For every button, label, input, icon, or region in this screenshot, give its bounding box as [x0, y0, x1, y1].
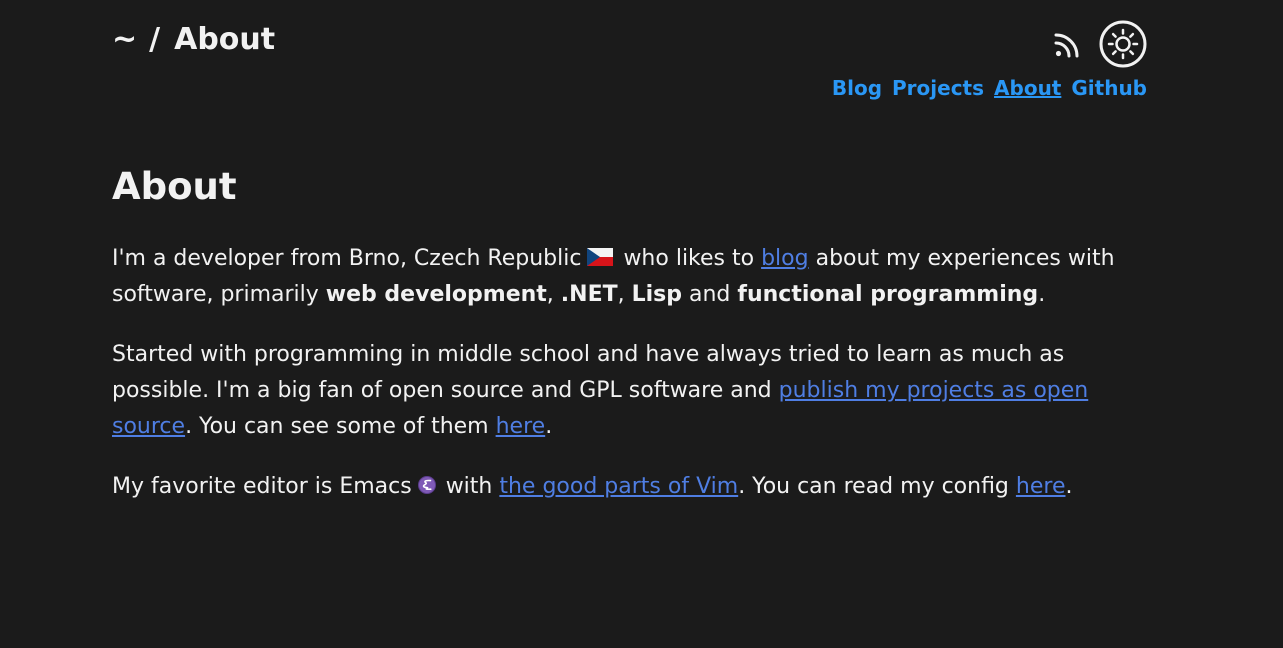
text: and: [682, 282, 738, 307]
rss-icon[interactable]: [1053, 29, 1083, 59]
text: . You can read my config: [738, 474, 1016, 499]
nav-link-projects[interactable]: Projects: [892, 76, 984, 100]
sun-icon[interactable]: [1099, 20, 1147, 68]
text: . You can see some of them: [185, 414, 496, 439]
breadcrumb-separator: /: [149, 22, 161, 57]
editor-paragraph: My favorite editor is Emacs with the goo…: [112, 469, 1122, 505]
intro-paragraph: I'm a developer from Brno, Czech Republi…: [112, 241, 1122, 313]
text: who likes to: [623, 246, 762, 271]
bold-text: Lisp: [631, 282, 683, 307]
nav-link-github[interactable]: Github: [1071, 76, 1147, 100]
page-title: About: [112, 165, 237, 208]
text: .: [1038, 282, 1046, 307]
header-icons: [1053, 20, 1147, 68]
home-link[interactable]: ~: [112, 22, 137, 57]
text: .: [1065, 474, 1073, 499]
czech-flag-icon: [587, 248, 614, 266]
text: .: [545, 414, 553, 439]
bold-text: web development: [325, 282, 547, 307]
text: My favorite editor is Emacs: [112, 474, 412, 499]
main-nav: Blog Projects About Github: [832, 76, 1147, 100]
blog-link[interactable]: blog: [761, 246, 809, 271]
projects-here-link[interactable]: here: [496, 414, 546, 439]
nav-link-about[interactable]: About: [994, 76, 1061, 100]
text: ,: [617, 282, 632, 307]
site-title: ~ / About: [112, 22, 275, 57]
main-content: About I'm a developer from Brno, Czech R…: [112, 163, 1122, 505]
page: ~ / About Blog Projects About Github Abo…: [0, 0, 1283, 648]
config-here-link[interactable]: here: [1016, 474, 1066, 499]
emacs-icon: [417, 476, 436, 494]
nav-link-blog[interactable]: Blog: [832, 76, 882, 100]
text: ,: [546, 282, 561, 307]
site-header: ~ / About Blog Projects About Github: [112, 20, 1147, 110]
background-paragraph: Started with programming in middle schoo…: [112, 337, 1122, 445]
current-page-title: About: [174, 22, 276, 57]
text: I'm a developer from Brno, Czech Republi…: [112, 246, 582, 271]
bold-text: .NET: [560, 282, 618, 307]
text: with: [445, 474, 500, 499]
bold-text: functional programming: [737, 282, 1039, 307]
vim-link[interactable]: the good parts of Vim: [499, 474, 738, 499]
